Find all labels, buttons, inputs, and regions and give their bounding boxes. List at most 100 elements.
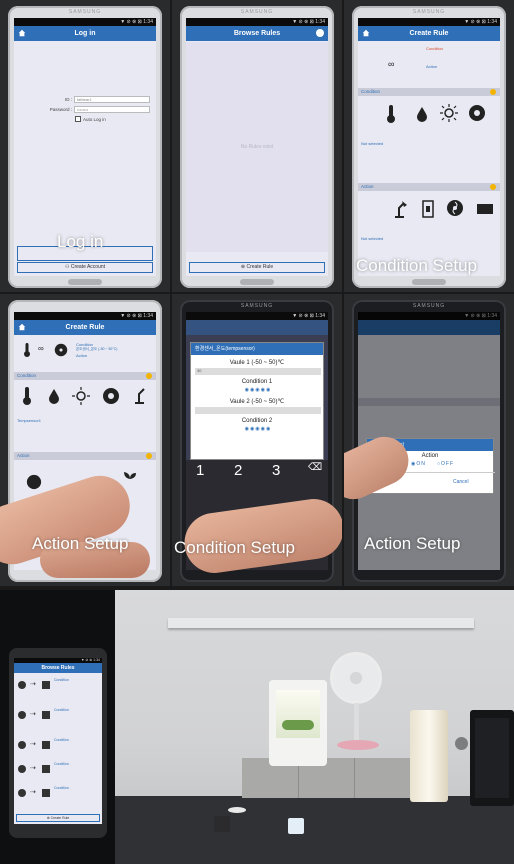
value1-input[interactable]: 30: [195, 368, 321, 375]
condition-summary: Condition: [426, 46, 443, 51]
infinity-icon: ∞: [388, 59, 395, 69]
panel-condition-setup: SAMSUNG ▼ ⊘ ⊗ ⊠ 1:34 Create Rule ∞ Condi…: [344, 0, 514, 292]
page-title: Create Rule: [65, 324, 105, 331]
rule-item[interactable]: ⇢ Condition: [18, 762, 98, 778]
light-icon[interactable]: [440, 104, 458, 122]
dialog-title: 환경센서_온도(tempsensor): [191, 343, 323, 355]
rule-text: Condition: [54, 678, 69, 682]
rule-text: Condition: [54, 762, 69, 766]
home-button[interactable]: [68, 279, 102, 285]
browse-rules-screen: ▼ ⊘ ⊗ 1:34 Browse Rules ⇢ Condition ⇢ Cond…: [14, 658, 102, 824]
desk-lamp-icon: [42, 789, 50, 797]
thermometer-icon[interactable]: [384, 104, 398, 124]
rule-item[interactable]: ⇢ Condition: [18, 738, 98, 754]
fan-base: [337, 740, 379, 750]
page-title: Browse Rules: [233, 30, 281, 37]
off-label: OFF: [441, 461, 455, 467]
home-button[interactable]: [412, 279, 446, 285]
title-bar: Browse Rules: [186, 26, 328, 41]
auto-login-checkbox[interactable]: [75, 116, 81, 122]
block-seam: [354, 758, 355, 798]
condition-header: Condition: [358, 88, 500, 96]
plant-icon[interactable]: [122, 470, 138, 488]
rule-item[interactable]: ⇢ Condition: [18, 708, 98, 724]
lamp: [410, 710, 448, 802]
room-photo: ▼ ⊘ ⊗ 1:34 Browse Rules ⇢ Condition ⇢ Cond…: [0, 590, 514, 864]
browse-screen: ▼ ⊘ ⊗ ⊠ 1:34 Browse Rules No Rules exist…: [186, 18, 328, 276]
water-drop-icon[interactable]: [416, 106, 428, 122]
light-icon[interactable]: [72, 387, 90, 405]
condition1-label: Condition 1: [241, 379, 273, 385]
gas-sensor-icon: [18, 789, 26, 797]
create-account-button[interactable]: ⚇ Create Account: [17, 262, 153, 273]
arrow-icon: ⇢: [30, 789, 36, 796]
title-bar: Create Rule: [358, 26, 500, 41]
thermometer-icon: [18, 765, 26, 773]
off-radio[interactable]: ○OFF: [437, 461, 454, 467]
title-bar: Log in: [14, 26, 156, 41]
page-title: Log in: [74, 30, 96, 37]
gas-sensor-icon[interactable]: [468, 104, 486, 122]
panel-login: SAMSUNG ▼ ⊘ ⊗ ⊠ 1:34 Log in ID : fatbear…: [0, 0, 170, 292]
condition2-radios[interactable]: ◉◉◉◉◉: [191, 426, 325, 432]
action-header: Action: [358, 183, 500, 191]
home-icon[interactable]: [18, 323, 26, 331]
condition1-radios[interactable]: ◉◉◉◉◉: [191, 387, 325, 393]
id-input[interactable]: fatbear1: [74, 96, 150, 103]
create-rule-button[interactable]: ⊕ Create Rule: [189, 262, 325, 273]
phone-brand: SAMSUNG: [412, 9, 446, 15]
home-icon[interactable]: [362, 29, 370, 37]
password-input[interactable]: ••••••••: [74, 106, 150, 113]
cancel-button[interactable]: Cancel: [453, 479, 469, 485]
fan-icon[interactable]: [26, 474, 42, 490]
arrow-icon: ⇢: [30, 681, 36, 688]
plants: [282, 720, 314, 730]
condition-header: Condition: [14, 372, 156, 380]
settings-icon[interactable]: [316, 29, 324, 37]
key-1[interactable]: 1: [196, 462, 204, 479]
backspace-icon[interactable]: ⌫: [308, 462, 322, 473]
planter-window: [276, 690, 320, 738]
create-rule-button[interactable]: ⊕ Create Rule: [16, 814, 100, 822]
heater-icon[interactable]: [476, 202, 496, 216]
condition-header-label: Condition: [17, 373, 37, 378]
desk-lamp-icon[interactable]: [132, 386, 148, 404]
key-2[interactable]: 2: [234, 462, 242, 479]
arrow-icon: ⇢: [30, 741, 36, 748]
selected-sensor: Tempsensor1: [17, 418, 42, 423]
thermometer-icon: [18, 741, 26, 749]
plug-icon[interactable]: [422, 200, 434, 218]
condition-badge: [490, 89, 496, 95]
title-bar: Create Rule: [14, 320, 156, 335]
home-icon[interactable]: [18, 29, 26, 37]
key-3[interactable]: 3: [272, 462, 280, 479]
on-radio[interactable]: ◉ON: [411, 461, 426, 467]
water-drop-icon[interactable]: [48, 388, 60, 404]
sensor-puck: [228, 807, 246, 813]
thermometer-icon: [24, 343, 30, 357]
panel-condition-dialog: SAMSUNG ▼ ⊘ ⊗ ⊠ 1:34 환경센서_온도(tempsensor)…: [172, 294, 342, 586]
caption-condition-setup-2: Condition Setup: [174, 538, 295, 557]
rule-item[interactable]: ⇢ Condition: [18, 678, 98, 694]
rule-text: Condition: [54, 738, 69, 742]
status-bar: ▼ ⊘ ⊗ ⊠ 1:34: [14, 312, 156, 320]
create-rule-screen: ▼ ⊘ ⊗ ⊠ 1:34 Create Rule ∞ Condition Act…: [358, 18, 500, 276]
condition-dialog: 환경센서_온도(tempsensor) Vaule 1 (-50 ~ 50)℃ …: [190, 342, 324, 460]
rule-item[interactable]: ⇢ Condition: [18, 786, 98, 802]
value2-label: Vaule 2 (-50 ~ 50)℃: [229, 399, 285, 405]
phone: SAMSUNG ▼ ⊘ ⊗ ⊠ 1:34 Create Rule ∞ Condi…: [352, 6, 506, 288]
value2-input[interactable]: [195, 407, 321, 414]
panel-browse-rules: SAMSUNG ▼ ⊘ ⊗ ⊠ 1:34 Browse Rules No Rul…: [172, 0, 342, 292]
value1-label: Vaule 1 (-50 ~ 50)℃: [229, 360, 285, 366]
home-button[interactable]: [240, 279, 274, 285]
phone-brand: SAMSUNG: [240, 9, 274, 15]
create-rule-label: Create Rule: [246, 264, 274, 270]
password-label: Password :: [49, 107, 72, 112]
fan-icon: [54, 343, 68, 357]
thermometer-icon[interactable]: [20, 386, 34, 406]
desk-lamp-icon[interactable]: [392, 200, 408, 218]
sensor-cube: [288, 818, 304, 834]
fan-icon[interactable]: [446, 199, 464, 217]
gas-sensor-icon[interactable]: [102, 387, 120, 405]
action-not-selected: Not selected: [361, 236, 384, 241]
